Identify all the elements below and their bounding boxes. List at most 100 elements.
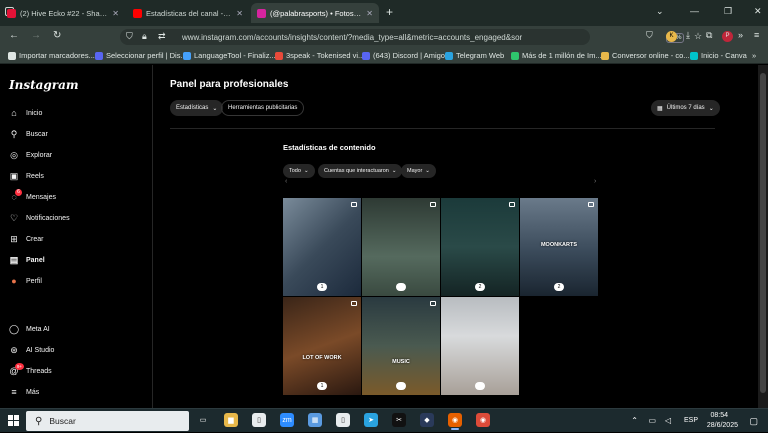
scroll-right-icon[interactable]: › — [594, 178, 596, 185]
browser-tab[interactable]: (@palabrasports) • Fotos y vide... ✕ — [251, 3, 379, 23]
post-thumbnail[interactable]: MUSIC — [362, 297, 440, 395]
windows-start-button[interactable] — [8, 415, 19, 426]
taskbar-search[interactable]: ⚲ Buscar — [26, 411, 189, 431]
sidebar-item-buscar[interactable]: ⚲ Buscar — [9, 129, 48, 139]
page-scrollbar[interactable] — [758, 65, 768, 408]
bookmark-label: Más de 1 millón de Im... — [522, 51, 602, 60]
post-thumbnail[interactable]: 2 — [441, 198, 519, 296]
filter-label: Cuentas que interactuaron — [324, 168, 389, 174]
sidebar-item-label: Buscar — [26, 130, 48, 138]
tab-herramientas-publicitarias[interactable]: Herramientas publicitarias — [221, 100, 305, 116]
address-bar[interactable]: ⛉ 🔒︎ ⇄ www.instagram.com/accounts/insigh… — [120, 29, 702, 45]
close-tab-icon[interactable]: ✕ — [366, 9, 373, 18]
sidebar-item-inicio[interactable]: ⌂ Inicio — [9, 108, 42, 118]
extension-p-icon[interactable]: P — [722, 31, 733, 42]
sidebar-item-panel[interactable]: ▤ Panel — [9, 255, 45, 265]
app-icon[interactable]: ◆ — [420, 413, 434, 427]
chrome-icon[interactable]: ◉ — [476, 413, 490, 427]
extensions-icon[interactable]: ⧉ — [706, 30, 712, 41]
overflow-chevron-icon[interactable]: » — [738, 30, 743, 40]
downloads-icon[interactable]: ⤓ — [686, 30, 690, 41]
hive-icon — [7, 8, 16, 18]
reload-button[interactable]: ↻ — [53, 30, 61, 41]
language-indicator[interactable]: ESP — [684, 417, 698, 424]
zoom-icon[interactable]: zm — [280, 413, 294, 427]
browser-tab-bar: (2) Hive Ecko #22 - Share your... ✕ Esta… — [0, 0, 768, 26]
browser-tab[interactable]: (2) Hive Ecko #22 - Share your... ✕ — [1, 3, 125, 23]
account-avatar[interactable]: K — [666, 31, 677, 42]
bookmark-item[interactable]: Importar marcadores... — [8, 51, 95, 60]
sidebar-item-perfil[interactable]: ● Perfil — [9, 276, 42, 286]
chevron-down-icon: ⌄ — [303, 168, 309, 174]
sidebar-item-crear[interactable]: ⊞ Crear — [9, 234, 43, 244]
search-icon: ⚲ — [10, 128, 18, 139]
scrollbar-thumb[interactable] — [760, 73, 766, 393]
shield-icon[interactable]: ⛉ — [126, 31, 133, 42]
file-explorer-icon[interactable]: ▆ — [224, 413, 238, 427]
document-icon[interactable]: ▯ — [336, 413, 350, 427]
forward-button[interactable]: → — [31, 30, 41, 41]
date-range-dropdown[interactable]: ▦ Últimos 7 días ⌄ — [651, 100, 720, 116]
sidebar-item-notificaciones[interactable]: ♡ Notificaciones — [9, 213, 70, 223]
pocket-icon[interactable]: ⛉ — [646, 30, 653, 41]
lock-icon[interactable]: 🔒︎ — [142, 31, 147, 42]
more-bookmarks-button[interactable]: » — [752, 51, 756, 60]
sidebar-item-ai-studio[interactable]: ⊛ AI Studio — [9, 345, 54, 355]
notifications-icon[interactable]: ▢ — [749, 416, 758, 427]
bookmark-item[interactable]: (643) Discord | Amigos — [362, 51, 449, 60]
filter-media-type[interactable]: Todo ⌄ — [283, 164, 315, 178]
clock-time[interactable]: 08:54 — [710, 412, 728, 419]
network-icon[interactable]: ▭ — [648, 416, 656, 425]
close-window-button[interactable]: ✕ — [754, 6, 762, 17]
post-thumbnail[interactable]: LOT OF WORK 1 — [283, 297, 361, 395]
telegram-icon[interactable]: ➤ — [364, 413, 378, 427]
sidebar-item-reels[interactable]: ▣ Reels — [9, 171, 44, 181]
instagram-logo[interactable]: Instagram — [9, 78, 79, 92]
browser-tab[interactable]: Estadísticas del canal - YouTube ✕ — [127, 3, 249, 23]
tab-estadisticas[interactable]: Estadísticas ⌄ — [170, 100, 224, 116]
capcut-icon[interactable]: ✂ — [392, 413, 406, 427]
close-tab-icon[interactable]: ✕ — [236, 9, 243, 18]
bookmark-item[interactable]: Conversor online - co... — [601, 51, 690, 60]
sidebar-item-más[interactable]: ≡ Más — [9, 387, 39, 397]
bookmark-label: Seleccionar perfil | Dis... — [106, 51, 187, 60]
bookmark-label: Telegram Web — [456, 51, 505, 60]
bookmark-item[interactable]: LanguageTool - Finaliz... — [183, 51, 276, 60]
browser-toolbar: ← → ↻ ⛉ 🔒︎ ⇄ www.instagram.com/accounts/… — [0, 26, 768, 48]
store-icon[interactable]: ▦ — [308, 413, 322, 427]
filter-metric[interactable]: Cuentas que interactuaron ⌄ — [318, 164, 403, 178]
clock-date[interactable]: 28/6/2025 — [707, 422, 738, 429]
permissions-icon[interactable]: ⇄ — [158, 31, 166, 42]
bookmark-item[interactable]: Más de 1 millón de Im... — [511, 51, 602, 60]
firefox-icon[interactable]: ◉ — [448, 413, 462, 430]
post-thumbnail[interactable] — [441, 297, 519, 395]
notepad-icon[interactable]: ▯ — [252, 413, 266, 427]
app-menu-icon[interactable]: ≡ — [754, 30, 759, 40]
filter-sort[interactable]: Mayor ⌄ — [401, 164, 436, 178]
maximize-button[interactable]: ❐ — [724, 6, 732, 17]
post-count-badge — [475, 382, 485, 390]
new-tab-button[interactable]: + — [386, 5, 393, 19]
scroll-left-icon[interactable]: ‹ — [285, 178, 287, 185]
tray-overflow-icon[interactable]: ⌃ — [631, 416, 638, 425]
tab-label: Herramientas publicitarias — [228, 105, 298, 111]
volume-icon[interactable]: ◁ — [665, 416, 671, 425]
minimize-button[interactable]: — — [690, 6, 699, 16]
sidebar-item-mensajes[interactable]: ◌ 6 Mensajes — [9, 189, 56, 202]
back-button[interactable]: ← — [9, 30, 19, 41]
bookmark-item[interactable]: Inicio - Canva — [690, 51, 747, 60]
url-text[interactable]: www.instagram.com/accounts/insights/cont… — [182, 33, 522, 42]
post-thumbnail[interactable] — [362, 198, 440, 296]
close-tab-icon[interactable]: ✕ — [112, 9, 119, 18]
task-view-icon[interactable]: ▭ — [196, 413, 210, 427]
sidebar-item-explorar[interactable]: ◎ Explorar — [9, 150, 52, 160]
post-thumbnail[interactable]: MOONKARTS 2 — [520, 198, 598, 296]
bookmark-item[interactable]: Seleccionar perfil | Dis... — [95, 51, 187, 60]
bookmark-star-icon[interactable]: ☆ — [694, 31, 702, 42]
sidebar-item-threads[interactable]: @9+ Threads — [9, 363, 52, 376]
bookmark-item[interactable]: Telegram Web — [445, 51, 504, 60]
post-thumbnail[interactable]: 1 — [283, 198, 361, 296]
bookmark-item[interactable]: 3speak - Tokenised vi... — [275, 51, 364, 60]
tab-dropdown-icon[interactable]: ⌄ — [656, 6, 664, 17]
sidebar-item-meta-ai[interactable]: ◯ Meta AI — [9, 324, 50, 334]
